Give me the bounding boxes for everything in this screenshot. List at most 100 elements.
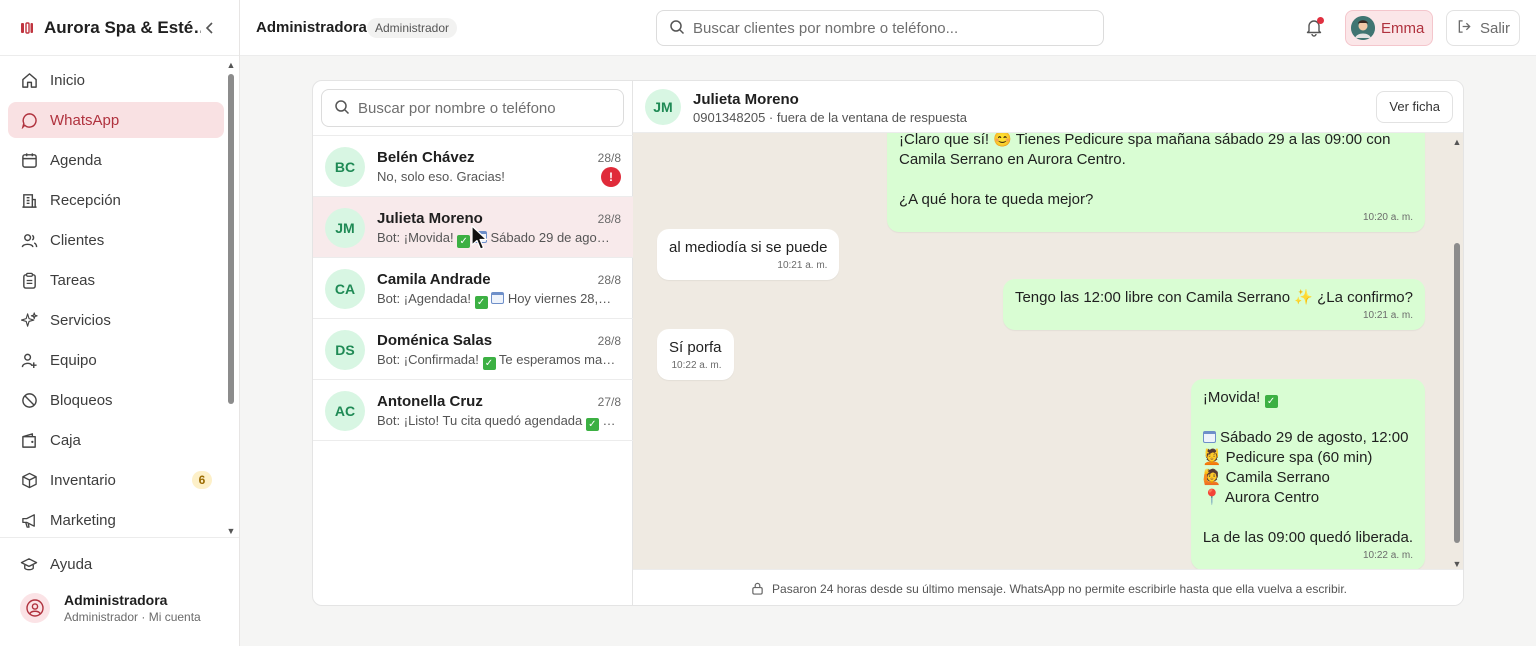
message-bubble-incoming: Sí porfa 10:22 a. m. [657, 329, 734, 380]
nav-item-caja[interactable]: Caja [8, 422, 224, 458]
check-icon: ✓ [1264, 395, 1278, 408]
sidebar-scrollbar[interactable]: ▲ ▼ [226, 60, 236, 536]
nav-item-recepcion[interactable]: Recepción [8, 182, 224, 218]
chat-scrollbar[interactable]: ▲ ▼ [1451, 137, 1463, 569]
conversation-preview: Bot: ¡Confirmada! ✓ Te esperamos ma… [377, 352, 621, 370]
nav-item-bloqueos[interactable]: Bloqueos [8, 382, 224, 418]
nav-item-label: Agenda [50, 151, 102, 169]
conversation-preview: Bot: ¡Listo! Tu cita quedó agendada ✓ … [377, 413, 621, 431]
preview-text: Bot: ¡Movida! [377, 230, 458, 245]
message-bubble-incoming: al mediodía si se puede 10:21 a. m. [657, 229, 840, 280]
conversation-preview: Bot: ¡Movida! ✓ Sábado 29 de ago… [377, 230, 621, 248]
scrollbar-thumb[interactable] [228, 74, 234, 404]
main-nav: Inicio WhatsApp Agenda Recepción Cliente… [8, 62, 224, 542]
scroll-down-arrow-icon[interactable]: ▼ [1451, 559, 1463, 569]
nav-item-whatsapp[interactable]: WhatsApp [8, 102, 224, 138]
message-text [1203, 408, 1413, 428]
calendar-icon [20, 151, 38, 169]
preview-text: Hoy viernes 28,… [504, 291, 612, 306]
conversation-name: Belén Chávez [377, 149, 475, 166]
message-text: Sábado 29 de agosto, 12:00 [1202, 428, 1413, 448]
avatar: CA [325, 269, 365, 309]
avatar: AC [325, 391, 365, 431]
avatar [1351, 16, 1375, 40]
avatar: JM [325, 208, 365, 248]
conversation-date: 28/8 [597, 212, 621, 226]
message-text: 🙋 Camila Serrano [1202, 469, 1330, 486]
conversation-item[interactable]: DS Doménica Salas 28/8 Bot: ¡Confirmada!… [313, 319, 633, 380]
nav-item-tareas[interactable]: Tareas [8, 262, 224, 298]
preview-text: … [598, 413, 616, 428]
global-search-input[interactable] [693, 19, 1073, 37]
search-icon [334, 99, 350, 118]
calendar-icon [491, 292, 505, 304]
conversation-date: 28/8 [597, 273, 621, 287]
nav-item-label: Clientes [50, 231, 105, 249]
nav-item-ayuda[interactable]: Ayuda [8, 546, 231, 582]
nav-item-equipo[interactable]: Equipo [8, 342, 224, 378]
nav-item-clientes[interactable]: Clientes [8, 222, 224, 258]
preview-text: Sábado 29 de ago… [486, 230, 610, 245]
profile-button[interactable]: Emma [1345, 10, 1433, 46]
preview-text: Bot: ¡Listo! Tu cita quedó agendada [377, 413, 586, 428]
nav-item-label: Bloqueos [50, 391, 113, 409]
conversation-item[interactable]: AC Antonella Cruz 27/8 Bot: ¡Listo! Tu c… [313, 380, 633, 441]
scrollbar-thumb[interactable] [1454, 243, 1460, 543]
message-thread[interactable]: ¡Claro que sí! 😊 Tienes Pedicure spa mañ… [633, 133, 1463, 569]
notifications-button[interactable] [1304, 17, 1326, 39]
conversation-search[interactable] [321, 89, 624, 127]
alert-badge: ! [601, 167, 621, 187]
conversation-name: Camila Andrade [377, 271, 491, 288]
conversation-name: Antonella Cruz [377, 393, 483, 410]
sidebar: Aurora Spa & Esté… Inicio WhatsApp Agend… [0, 0, 240, 646]
notification-dot [1317, 17, 1324, 24]
scroll-up-arrow-icon[interactable]: ▲ [1451, 137, 1463, 147]
nav-item-inventario[interactable]: Inventario 6 [8, 462, 224, 498]
users-icon [20, 231, 38, 249]
lock-icon [751, 582, 764, 595]
chat-header: JM Julieta Moreno 0901348205 · fuera de … [633, 81, 1463, 133]
conversation-search-input[interactable] [358, 99, 608, 117]
conversation-item[interactable]: CA Camila Andrade 28/8 Bot: ¡Agendada! ✓… [313, 258, 633, 319]
role-badge: Administrador [367, 18, 458, 38]
check-icon: ✓ [482, 357, 496, 370]
view-profile-button[interactable]: Ver ficha [1376, 91, 1453, 123]
message-text-part: ¡Movida! [1202, 389, 1265, 406]
scroll-up-arrow-icon[interactable]: ▲ [226, 60, 236, 70]
user-icon [26, 599, 44, 617]
avatar: DS [325, 330, 365, 370]
avatar: BC [325, 147, 365, 187]
scroll-down-arrow-icon[interactable]: ▼ [226, 526, 236, 536]
message-text: 📍 Aurora Centro [1202, 489, 1320, 506]
global-search[interactable] [656, 10, 1104, 46]
message-time: 10:22 a. m. [1362, 550, 1413, 561]
clipboard-icon [20, 271, 38, 289]
nav-item-marketing[interactable]: Marketing [8, 502, 224, 538]
page-title: Administradora [256, 19, 367, 36]
collapse-sidebar-button[interactable] [201, 19, 219, 37]
message-text: La de las 09:00 quedó liberada. [1202, 529, 1413, 546]
logout-label: Salir [1480, 19, 1511, 37]
conversation-name: Doménica Salas [377, 332, 493, 349]
sidebar-footer: Ayuda Administradora Administrador · Mi … [0, 537, 239, 634]
conversation-date: 28/8 [597, 334, 621, 348]
conversation-item[interactable]: BC Belén Chávez 28/8 No, solo eso. Graci… [313, 136, 633, 197]
nav-item-inicio[interactable]: Inicio [8, 62, 224, 98]
top-bar: Administradora Administrador Emma Salir [240, 0, 1536, 56]
message-time: 10:20 a. m. [1362, 212, 1413, 223]
nav-item-servicios[interactable]: Servicios [8, 302, 224, 338]
message-bubble-outgoing: ¡Claro que sí! 😊 Tienes Pedicure spa mañ… [887, 133, 1425, 232]
nav-item-agenda[interactable]: Agenda [8, 142, 224, 178]
logout-button[interactable]: Salir [1446, 10, 1520, 46]
conversation-preview: Bot: ¡Agendada! ✓ Hoy viernes 28,… [377, 291, 621, 309]
nav-item-label: Ayuda [50, 555, 93, 573]
avatar [20, 593, 50, 623]
nav-item-label: Equipo [50, 351, 97, 369]
user-account[interactable]: Administradora Administrador · Mi cuenta [0, 582, 239, 634]
nav-item-label: Inventario [50, 471, 116, 489]
profile-name: Emma [1381, 19, 1425, 37]
box-icon [20, 471, 38, 489]
message-time: 10:21 a. m. [777, 260, 828, 271]
footer-notice-text: Pasaron 24 horas desde su último mensaje… [772, 581, 1347, 596]
nav-item-label: Caja [50, 431, 81, 449]
